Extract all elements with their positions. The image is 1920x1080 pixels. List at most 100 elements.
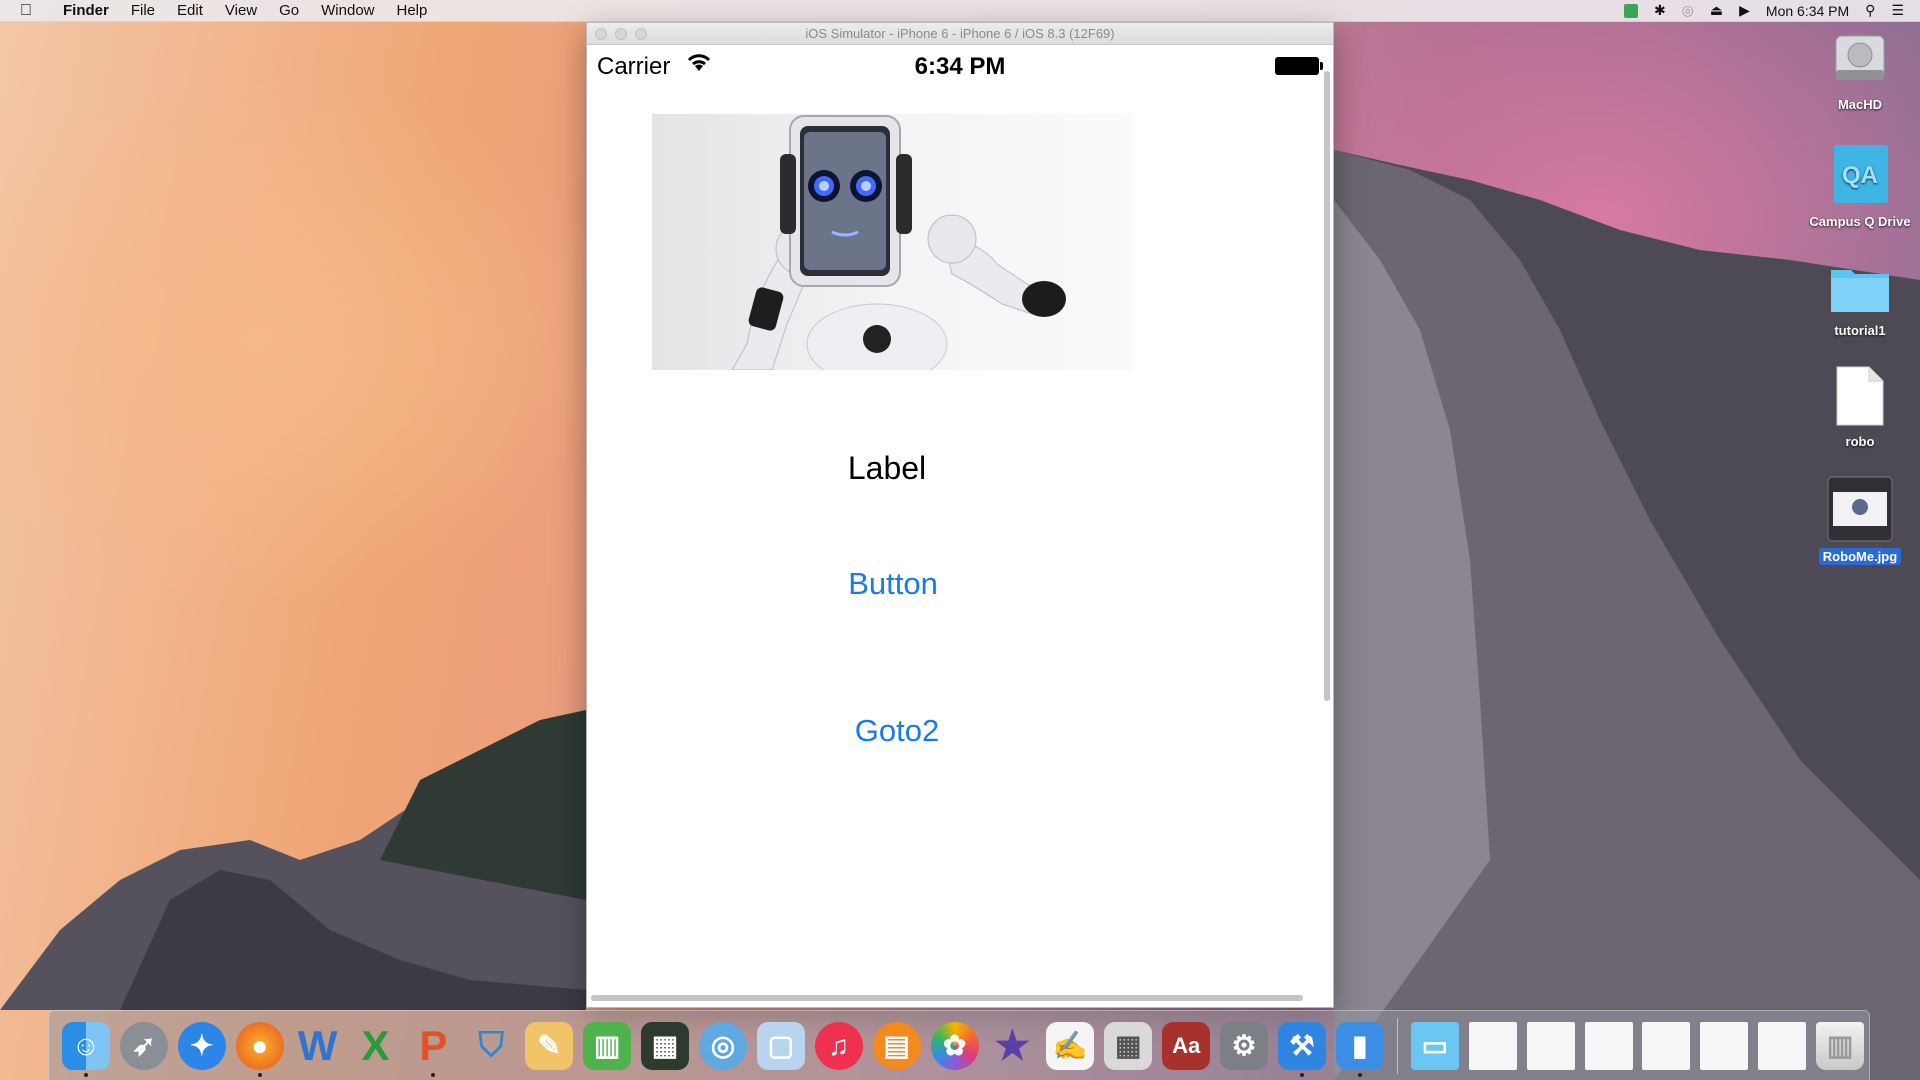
menu-bar:  Finder File Edit View Go Window Help ✱… [0, 0, 1920, 22]
ios-button[interactable]: Button [593, 566, 1193, 602]
menu-window[interactable]: Window [310, 2, 385, 19]
system-preferences-icon: ⚙ [1220, 1021, 1269, 1070]
battery-icon [1275, 57, 1323, 75]
window-thumbnail-icon [1468, 1021, 1517, 1070]
robot-image [652, 114, 1132, 370]
eject-icon[interactable]: ⏏ [1710, 2, 1723, 19]
spotlight-icon[interactable]: ⚲ [1865, 2, 1875, 19]
dock-box[interactable]: ▢ [752, 1017, 810, 1075]
ios-status-bar: Carrier 6:34 PM [587, 45, 1333, 87]
close-button[interactable] [595, 28, 607, 40]
dock-keynote[interactable]: ⛉ [462, 1017, 520, 1075]
apple-menu-icon[interactable]:  [0, 2, 52, 20]
desktop-icon-label: tutorial1 [1834, 323, 1886, 338]
menu-file[interactable]: File [120, 2, 166, 19]
dock-pages[interactable]: ✎ [520, 1017, 578, 1075]
volume-icon[interactable]: ▶ [1739, 2, 1750, 19]
imovie-star-icon: ★ [994, 1023, 1031, 1068]
ibooks-icon: ▤ [872, 1021, 921, 1070]
desktop-icon-label: Campus Q Drive [1809, 214, 1911, 229]
desktop-icon-robo[interactable]: robo [1805, 365, 1915, 449]
desktop-icon-label: RoboMe.jpg [1818, 548, 1902, 565]
window-thumbnail-icon [1584, 1021, 1633, 1070]
dock-window-thumbnail-2[interactable] [1522, 1017, 1580, 1075]
svg-text:QA: QA [1842, 162, 1878, 189]
simulator-window-title: iOS Simulator - iPhone 6 - iPhone 6 / iO… [805, 26, 1115, 41]
desktop-icon-label: robo [1845, 434, 1875, 449]
desktop-icon-campus-q-drive[interactable]: QA Campus Q Drive [1805, 143, 1915, 229]
safari-icon: ✦ [177, 1021, 226, 1070]
textedit-icon: ✍ [1046, 1021, 1095, 1070]
dock-window-thumbnail-4[interactable] [1637, 1017, 1695, 1075]
dock-powerpoint[interactable]: P [404, 1017, 462, 1077]
network-drive-icon: QA [1834, 145, 1888, 203]
dock-numbers[interactable]: ▥ [578, 1017, 636, 1075]
menu-extras: ✱ ◎ ⏏ ▶ Mon 6:34 PM ⚲ ☰ [1623, 2, 1920, 19]
dock-network[interactable]: ◎ [694, 1017, 752, 1075]
box-icon: ▢ [756, 1021, 805, 1070]
ios-simulator-icon: ▮ [1335, 1021, 1384, 1070]
menu-help[interactable]: Help [386, 2, 439, 19]
dock-downloads-folder[interactable]: ▭ [1406, 1017, 1464, 1075]
status-app-icon[interactable] [1623, 3, 1638, 18]
dock-window-thumbnail-5[interactable] [1695, 1017, 1753, 1075]
menu-app-name[interactable]: Finder [52, 2, 120, 19]
window-thumbnail-icon [1526, 1021, 1575, 1070]
keynote-icon: ⛉ [478, 1026, 505, 1064]
dictionary-icon: Aa [1162, 1021, 1211, 1070]
dock-word[interactable]: W [289, 1017, 347, 1075]
dock-safari[interactable]: ✦ [173, 1017, 231, 1075]
menu-view[interactable]: View [214, 2, 268, 19]
dock-ibooks[interactable]: ▤ [868, 1017, 926, 1075]
dock-dictionary[interactable]: Aa [1157, 1017, 1215, 1075]
dock-itunes[interactable]: ♫ [810, 1017, 868, 1075]
dock-window-thumbnail-6[interactable] [1753, 1017, 1811, 1075]
finder-icon: ☺ [61, 1021, 110, 1070]
pages-icon: ✎ [525, 1021, 574, 1070]
minimize-button[interactable] [615, 28, 627, 40]
vertical-scrollbar[interactable] [1324, 71, 1330, 701]
ios-simulator-window: iOS Simulator - iPhone 6 - iPhone 6 / iO… [586, 22, 1334, 1008]
robot-illustration [731, 115, 1066, 370]
bluetooth-icon[interactable]: ✱ [1654, 2, 1666, 19]
menu-edit[interactable]: Edit [166, 2, 214, 19]
network-icon: ◎ [698, 1021, 747, 1070]
document-icon [1836, 366, 1884, 426]
goto2-button[interactable]: Goto2 [597, 713, 1197, 749]
menu-go[interactable]: Go [268, 2, 310, 19]
desktop-icon-tutorial1[interactable]: tutorial1 [1805, 262, 1915, 338]
dock-launchpad[interactable]: ➶ [115, 1017, 173, 1075]
dock-photos[interactable]: ✿ [926, 1017, 984, 1075]
dock-xcode[interactable]: ⚒ [1273, 1017, 1331, 1077]
firefox-icon: ● [235, 1021, 284, 1070]
photos-icon: ✿ [930, 1021, 979, 1070]
imovie-icon: ▦ [641, 1021, 690, 1070]
dock-textedit[interactable]: ✍ [1041, 1017, 1099, 1075]
notification-center-icon[interactable]: ☰ [1891, 2, 1904, 19]
dock-ios-simulator[interactable]: ▮ [1331, 1017, 1389, 1077]
dock-imovie[interactable]: ▦ [636, 1017, 694, 1075]
dock-calculator[interactable]: ▦ [1099, 1017, 1157, 1075]
dock-excel[interactable]: X [347, 1017, 405, 1075]
zoom-button[interactable] [635, 28, 647, 40]
menu-clock[interactable]: Mon 6:34 PM [1766, 3, 1849, 19]
dock-separator [1396, 1017, 1398, 1074]
dock-window-thumbnail-1[interactable] [1464, 1017, 1522, 1075]
dock-imovie-star[interactable]: ★ [984, 1017, 1042, 1075]
ios-label: Label [847, 450, 927, 486]
dock: ☺ ➶ ✦ ● W X P ⛉ ✎ ▥ ▦ ◎ ▢ ♫ ▤ ✿ ★ ✍ ▦ Aa… [48, 1010, 1870, 1080]
dock-window-thumbnail-3[interactable] [1580, 1017, 1638, 1075]
desktop-icon-robome-jpg[interactable]: RoboMe.jpg [1805, 476, 1915, 565]
folder-icon [1831, 270, 1889, 312]
horizontal-scrollbar[interactable] [591, 995, 1303, 1001]
dock-system-preferences[interactable]: ⚙ [1215, 1017, 1273, 1075]
dock-trash[interactable]: ▥ [1811, 1017, 1869, 1075]
itunes-icon: ♫ [814, 1021, 863, 1070]
window-thumbnail-icon [1642, 1021, 1691, 1070]
desktop-icon-machd[interactable]: MacHD [1805, 30, 1915, 112]
dock-firefox[interactable]: ● [231, 1017, 289, 1077]
simulator-titlebar[interactable]: iOS Simulator - iPhone 6 - iPhone 6 / iO… [587, 23, 1333, 45]
dock-finder[interactable]: ☺ [57, 1017, 115, 1077]
powerpoint-icon: P [419, 1021, 448, 1069]
wifi-status-icon[interactable]: ◎ [1682, 2, 1694, 19]
